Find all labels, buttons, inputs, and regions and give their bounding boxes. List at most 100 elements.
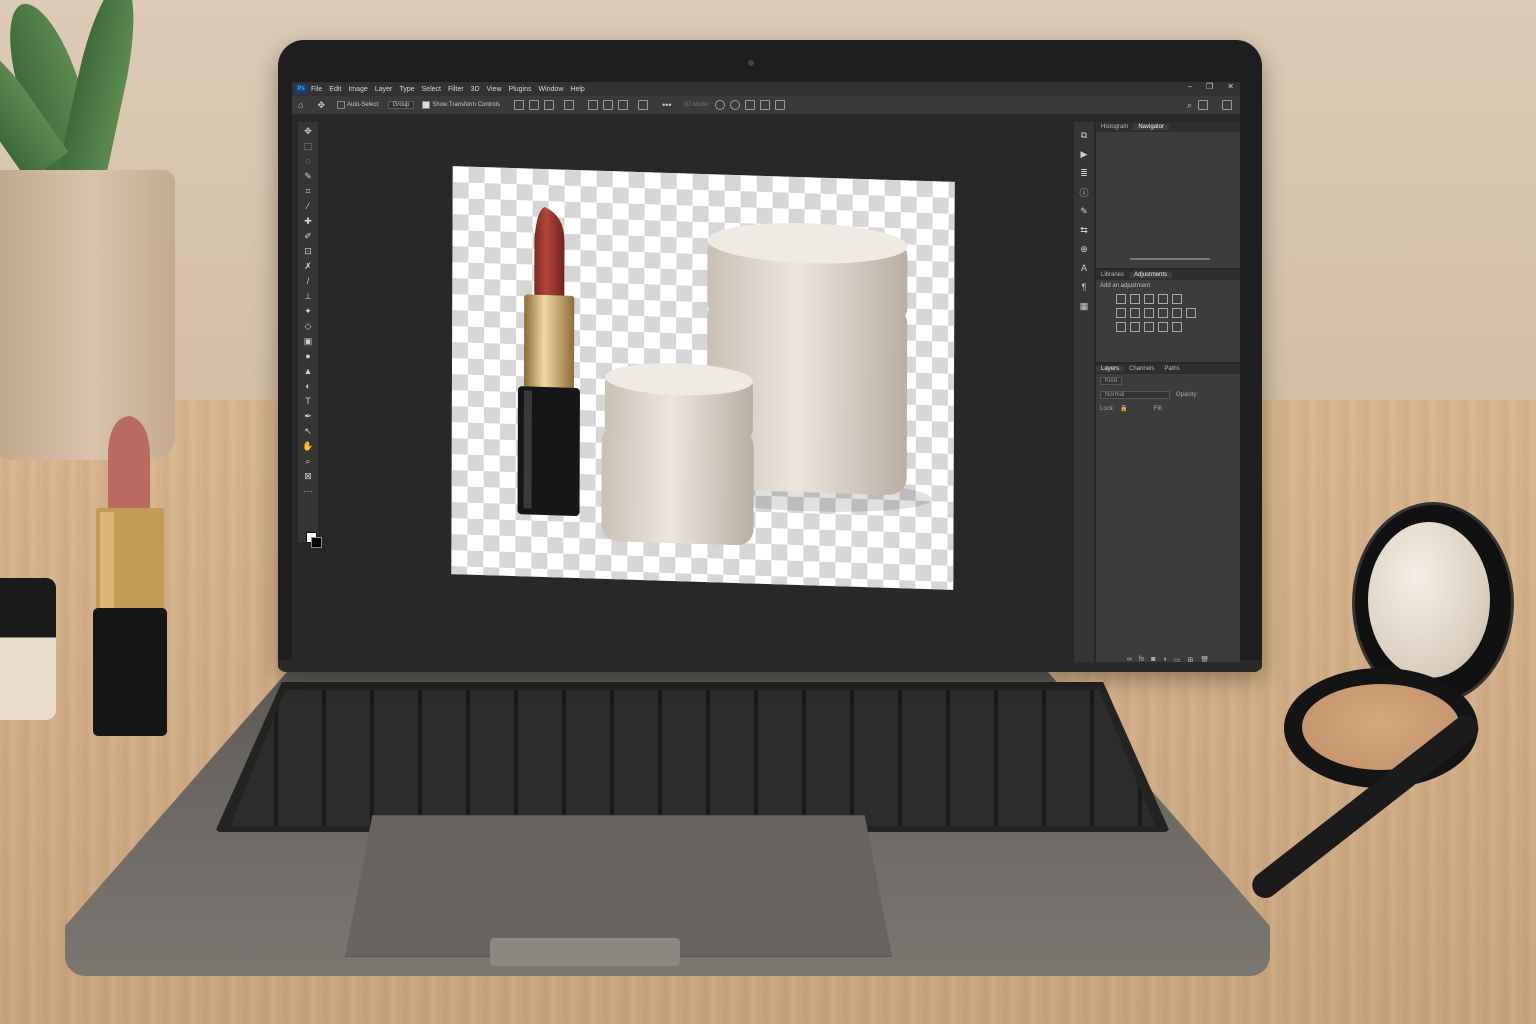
gradient-tool-icon[interactable]: ▣ [302, 335, 314, 347]
black-white-icon[interactable] [1144, 308, 1154, 318]
frame-tool-icon[interactable]: ⊠ [302, 470, 314, 482]
menu-window[interactable]: Window [539, 86, 564, 93]
zoom-slider[interactable] [1130, 258, 1210, 260]
pan-3d-icon[interactable] [744, 100, 755, 110]
type-tool-icon[interactable]: T [302, 395, 314, 407]
layer-filter-input[interactable]: Kind [1100, 377, 1123, 385]
add-mask-icon[interactable]: ◙ [1151, 656, 1155, 662]
menu-file[interactable]: File [311, 86, 322, 93]
menu-edit[interactable]: Edit [329, 86, 341, 93]
minimize-icon[interactable]: – [1188, 82, 1192, 91]
align-center-icon[interactable] [529, 100, 540, 110]
quick-select-tool-icon[interactable]: ✎ [302, 170, 314, 182]
clone-source-icon[interactable]: ⊕ [1079, 244, 1089, 254]
background-color-swatch[interactable] [311, 537, 322, 548]
more-options-icon[interactable]: ••• [662, 100, 671, 110]
gradient-map-icon[interactable] [1158, 322, 1168, 332]
align-left-icon[interactable] [514, 100, 525, 110]
history-brush-tool-icon[interactable]: ✗ [302, 260, 314, 272]
exposure-icon[interactable] [1158, 294, 1168, 304]
marquee-tool-icon[interactable]: ⬚ [302, 140, 314, 152]
actions-play-icon[interactable]: ▶ [1079, 149, 1089, 159]
search-icon[interactable]: ⌕ [1187, 100, 1192, 111]
document-canvas[interactable] [451, 166, 955, 590]
channel-mixer-icon[interactable] [1172, 308, 1182, 318]
color-balance-icon[interactable] [1130, 308, 1140, 318]
hue-saturation-icon[interactable] [1116, 308, 1126, 318]
eraser-alt-tool-icon[interactable]: ◇ [302, 320, 314, 332]
home-icon[interactable]: ⌂ [298, 100, 303, 110]
color-lookup-icon[interactable] [1186, 308, 1196, 318]
tab-histogram[interactable]: Histogram [1096, 124, 1133, 130]
lasso-tool-icon[interactable]: ◌ [302, 155, 314, 167]
tab-libraries[interactable]: Libraries [1096, 272, 1129, 278]
tab-adjustments[interactable]: Adjustments [1129, 272, 1173, 278]
distribute-icon[interactable] [564, 100, 575, 110]
menu-select[interactable]: Select [422, 86, 441, 93]
blend-mode-dropdown[interactable]: Normal [1100, 391, 1170, 399]
sharpen-tool-icon[interactable]: ▲ [302, 365, 314, 377]
align-bottom-icon[interactable] [618, 100, 629, 110]
move-tool-icon[interactable]: ✥ [317, 100, 325, 111]
magic-wand-tool-icon[interactable]: ✦ [302, 305, 314, 317]
clone-stamp-tool-icon[interactable]: ⊡ [302, 245, 314, 257]
threshold-icon[interactable] [1144, 322, 1154, 332]
crop-tool-icon[interactable]: ⌗ [302, 185, 314, 197]
history-icon[interactable]: ⧉ [1079, 130, 1089, 140]
character-icon[interactable]: A [1079, 263, 1089, 273]
eraser-tool-icon[interactable]: / [302, 275, 314, 287]
close-icon[interactable]: ✕ [1227, 82, 1234, 91]
menu-help[interactable]: Help [570, 86, 584, 93]
curves-icon[interactable] [1144, 294, 1154, 304]
tab-paths[interactable]: Paths [1159, 366, 1184, 372]
vibrance-icon[interactable] [1172, 294, 1182, 304]
brightness-icon[interactable] [1116, 294, 1126, 304]
menu-type[interactable]: Type [399, 86, 414, 93]
selective-color-icon[interactable] [1172, 322, 1182, 332]
auto-select-checkbox[interactable]: Auto-Select: [336, 101, 380, 109]
lock-icon[interactable]: 🔒 [1120, 405, 1127, 412]
hand-tool-icon[interactable]: ✋ [302, 440, 314, 452]
menu-image[interactable]: Image [348, 86, 367, 93]
menu-layer[interactable]: Layer [375, 86, 393, 93]
auto-select-dropdown[interactable]: Group [387, 101, 415, 109]
move-tool-icon[interactable]: ✥ [302, 125, 314, 137]
restore-icon[interactable]: ❐ [1206, 82, 1213, 91]
brush-tool-icon[interactable]: ✐ [302, 230, 314, 242]
adjust-icon[interactable]: ⇆ [1079, 225, 1089, 235]
group-icon[interactable]: ▭ [1174, 656, 1181, 662]
healing-brush-tool-icon[interactable]: ✚ [302, 215, 314, 227]
menu-view[interactable]: View [487, 86, 502, 93]
pen-tool-icon[interactable]: ✒ [302, 410, 314, 422]
menu-3d[interactable]: 3D [471, 86, 480, 93]
tab-channels[interactable]: Channels [1124, 366, 1159, 372]
brush-settings-icon[interactable]: ✎ [1079, 206, 1089, 216]
new-layer-icon[interactable]: ⊞ [1187, 656, 1193, 662]
path-select-tool-icon[interactable]: ↖ [302, 425, 314, 437]
posterize-icon[interactable] [1130, 322, 1140, 332]
info-icon[interactable]: ⓘ [1079, 187, 1089, 198]
menu-plugins[interactable]: Plugins [509, 86, 532, 93]
blur-tool-icon[interactable]: ● [302, 350, 314, 362]
align-middle-icon[interactable] [603, 100, 614, 110]
menu-filter[interactable]: Filter [448, 86, 464, 93]
workspace-icon[interactable] [1198, 100, 1208, 110]
tab-navigator[interactable]: Navigator [1133, 124, 1170, 130]
invert-icon[interactable] [1116, 322, 1126, 332]
link-layers-icon[interactable]: ∞ [1127, 656, 1132, 662]
delete-icon[interactable]: 🗑 [1200, 656, 1209, 662]
more-tools-icon[interactable]: ⋯ [302, 485, 314, 497]
orbit-3d-icon[interactable] [714, 100, 725, 110]
glyphs-icon[interactable]: ▦ [1079, 301, 1089, 311]
slide-3d-icon[interactable] [759, 100, 770, 110]
levels-icon[interactable] [1130, 294, 1140, 304]
properties-icon[interactable]: ≣ [1079, 168, 1089, 178]
tab-layers[interactable]: Layers [1096, 366, 1125, 372]
align-right-icon[interactable] [544, 100, 555, 110]
adjustment-layer-icon[interactable]: ◑ [1163, 656, 1167, 662]
share-icon[interactable] [1222, 100, 1232, 110]
stamp-tool-icon[interactable]: ⊥ [302, 290, 314, 302]
layer-style-icon[interactable]: fx [1139, 656, 1144, 662]
eyedropper-tool-icon[interactable]: ⁄ [302, 200, 314, 212]
dodge-tool-icon[interactable]: ◐ [302, 380, 314, 392]
